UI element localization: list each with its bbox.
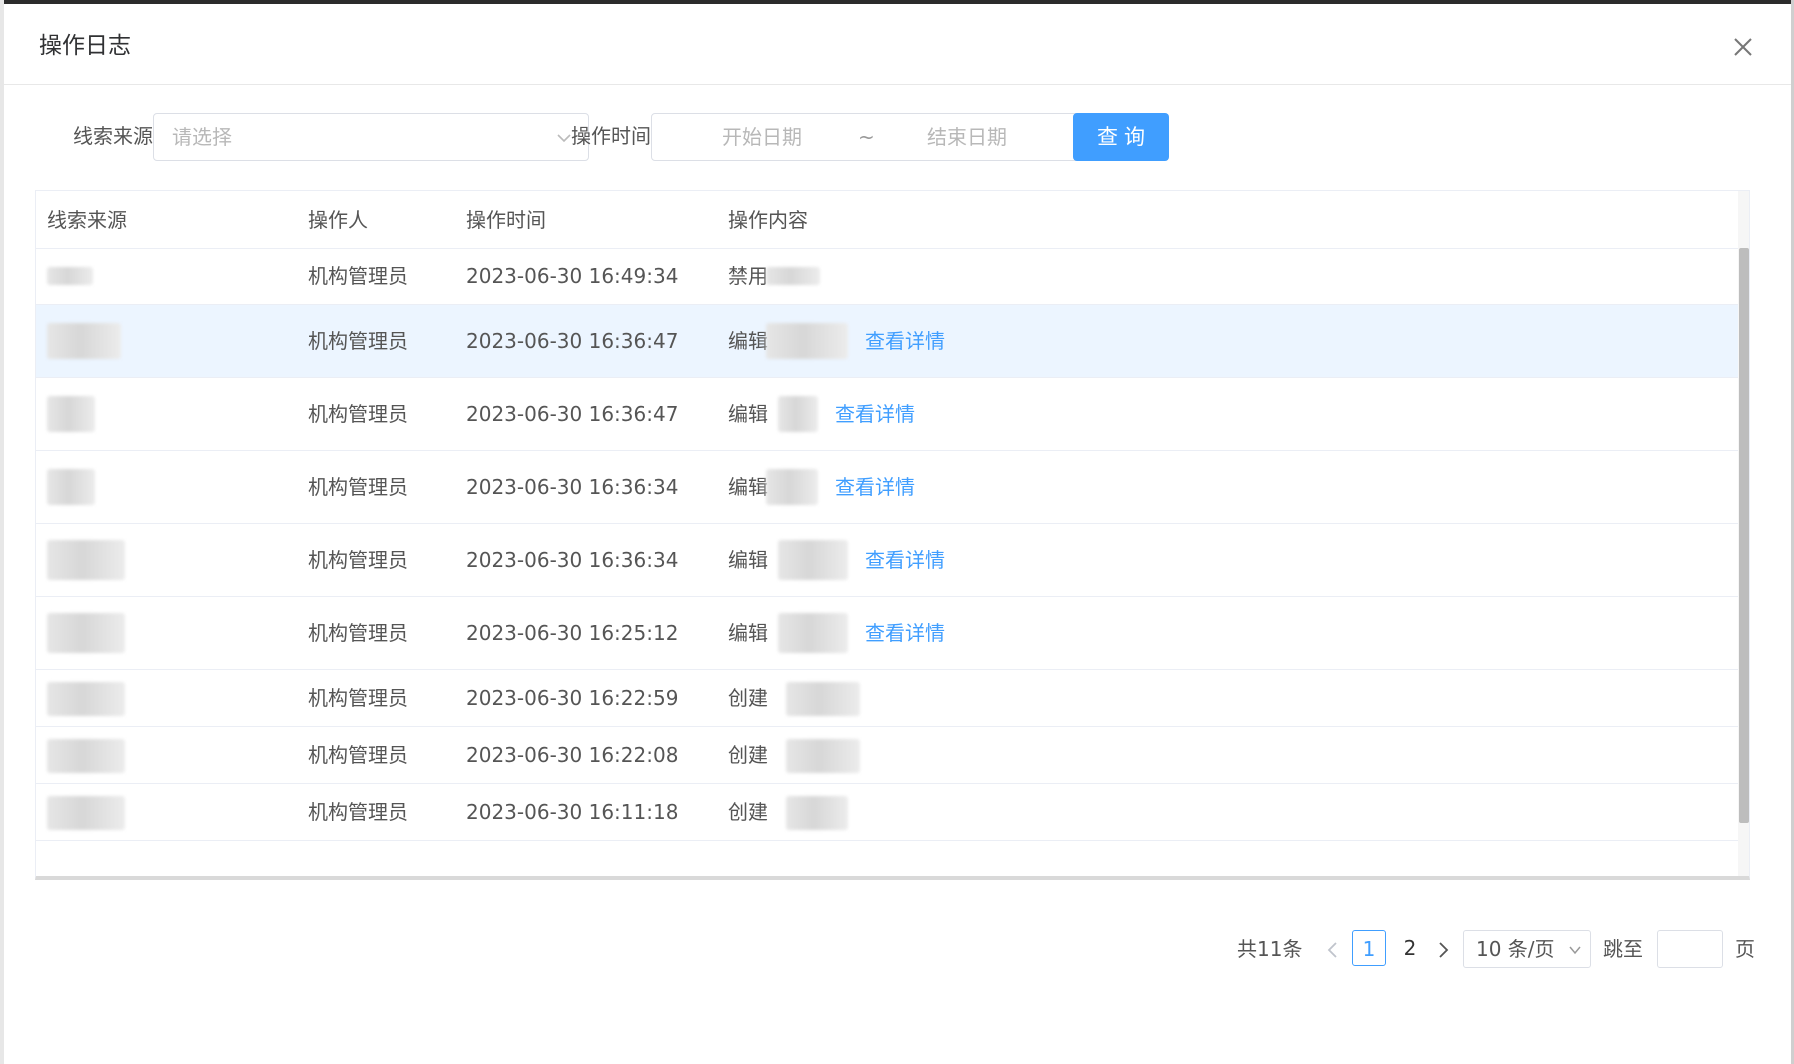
operator-cell: 机构管理员 xyxy=(308,548,408,572)
column-header-operator: 操作人 xyxy=(308,208,368,232)
table-row[interactable]: 机构管理员 2023-06-30 16:36:47 编辑 查看详情 xyxy=(36,378,1738,451)
redacted-content xyxy=(766,323,848,359)
source-filter-label: 线索来源 xyxy=(73,124,153,148)
time-cell: 2023-06-30 16:22:59 xyxy=(466,686,679,710)
redacted-source xyxy=(47,613,125,653)
operator-cell: 机构管理员 xyxy=(308,621,408,645)
action-cell: 编辑 xyxy=(728,548,768,572)
operator-cell: 机构管理员 xyxy=(308,264,408,288)
view-detail-link[interactable]: 查看详情 xyxy=(865,619,945,647)
redacted-content xyxy=(778,540,848,580)
pagination-total: 共11条 xyxy=(1237,937,1303,961)
time-cell: 2023-06-30 16:36:34 xyxy=(466,475,679,499)
chevron-left-icon[interactable] xyxy=(1322,939,1344,961)
redacted-source xyxy=(47,323,121,359)
operator-cell: 机构管理员 xyxy=(308,686,408,710)
chevron-right-icon[interactable] xyxy=(1432,939,1454,961)
redacted-source xyxy=(47,396,95,432)
table-row[interactable]: 机构管理员 2023-06-30 16:11:18 创建 xyxy=(36,784,1738,841)
range-separator: ~ xyxy=(858,125,875,149)
jump-page-suffix: 页 xyxy=(1735,937,1755,961)
redacted-content xyxy=(786,796,848,830)
view-detail-link[interactable]: 查看详情 xyxy=(865,327,945,355)
end-date-input[interactable]: 结束日期 xyxy=(927,124,1007,150)
action-cell: 创建 xyxy=(728,686,768,710)
view-detail-link[interactable]: 查看详情 xyxy=(835,400,915,428)
redacted-content xyxy=(786,739,860,773)
table-row[interactable]: 机构管理员 2023-06-30 16:36:34 编辑 查看详情 xyxy=(36,451,1738,524)
view-detail-link[interactable]: 查看详情 xyxy=(835,473,915,501)
action-cell: 编辑 xyxy=(728,475,768,499)
action-cell: 编辑 xyxy=(728,621,768,645)
time-cell: 2023-06-30 16:36:34 xyxy=(466,548,679,572)
column-header-time: 操作时间 xyxy=(466,208,546,232)
page-button-2[interactable]: 2 xyxy=(1393,930,1427,966)
action-cell: 禁用 xyxy=(728,264,768,288)
action-cell: 创建 xyxy=(728,743,768,767)
page-size-label: 10 条/页 xyxy=(1476,937,1555,961)
time-cell: 2023-06-30 16:49:34 xyxy=(466,264,679,288)
table-row[interactable]: 机构管理员 2023-06-30 16:22:59 创建 xyxy=(36,670,1738,727)
time-cell: 2023-06-30 16:25:12 xyxy=(466,621,679,645)
page-button-1[interactable]: 1 xyxy=(1352,930,1386,966)
jump-page-input[interactable] xyxy=(1657,930,1723,968)
log-table: 线索来源 操作人 操作时间 操作内容 机构管理员 2023-06-30 16:4… xyxy=(35,190,1750,880)
dialog-header: 操作日志 xyxy=(4,4,1791,85)
source-select-placeholder: 请选择 xyxy=(172,125,232,149)
redacted-content xyxy=(778,613,848,653)
operation-log-dialog: 操作日志 线索来源 请选择 操作时间 开始日期 ~ 结束日期 查询 线索来源 操… xyxy=(4,4,1791,1064)
close-icon[interactable] xyxy=(1730,34,1756,60)
redacted-source xyxy=(47,469,95,505)
redacted-content xyxy=(786,682,860,716)
time-cell: 2023-06-30 16:22:08 xyxy=(466,743,679,767)
start-date-input[interactable]: 开始日期 xyxy=(722,124,802,150)
redacted-source xyxy=(47,682,125,716)
time-cell: 2023-06-30 16:36:47 xyxy=(466,329,679,353)
operator-cell: 机构管理员 xyxy=(308,800,408,824)
table-row[interactable]: 机构管理员 2023-06-30 16:25:12 编辑 查看详情 xyxy=(36,597,1738,670)
table-row[interactable]: 机构管理员 2023-06-30 16:36:47 编辑 查看详情 xyxy=(36,305,1738,378)
redacted-content xyxy=(766,469,818,505)
action-cell: 编辑 xyxy=(728,402,768,426)
column-header-content: 操作内容 xyxy=(728,208,808,232)
time-cell: 2023-06-30 16:36:47 xyxy=(466,402,679,426)
view-detail-link[interactable]: 查看详情 xyxy=(865,546,945,574)
page-size-select[interactable]: 10 条/页 xyxy=(1463,930,1591,968)
redacted-source xyxy=(47,540,125,580)
redacted-source xyxy=(47,796,125,830)
operator-cell: 机构管理员 xyxy=(308,475,408,499)
dialog-title: 操作日志 xyxy=(39,33,131,59)
table-scrollbar-thumb[interactable] xyxy=(1739,248,1749,823)
jump-to-label: 跳至 xyxy=(1603,937,1643,961)
operator-cell: 机构管理员 xyxy=(308,329,408,353)
chevron-down-icon xyxy=(557,134,571,143)
action-cell: 创建 xyxy=(728,800,768,824)
column-header-source: 线索来源 xyxy=(47,208,127,232)
redacted-content xyxy=(778,396,818,432)
chevron-down-icon xyxy=(1569,946,1581,955)
redacted-source xyxy=(47,739,125,773)
operator-cell: 机构管理员 xyxy=(308,743,408,767)
redacted-content xyxy=(766,267,820,285)
table-header: 线索来源 操作人 操作时间 操作内容 xyxy=(36,191,1738,249)
operator-cell: 机构管理员 xyxy=(308,402,408,426)
table-row[interactable]: 机构管理员 2023-06-30 16:49:34 禁用 xyxy=(36,248,1738,305)
table-row[interactable]: 机构管理员 2023-06-30 16:36:34 编辑 查看详情 xyxy=(36,524,1738,597)
action-cell: 编辑 xyxy=(728,329,768,353)
time-filter-label: 操作时间 xyxy=(571,124,651,148)
time-cell: 2023-06-30 16:11:18 xyxy=(466,800,679,824)
redacted-source xyxy=(47,267,93,285)
table-row[interactable]: 机构管理员 2023-06-30 16:22:08 创建 xyxy=(36,727,1738,784)
query-button[interactable]: 查询 xyxy=(1073,113,1169,161)
date-range-picker[interactable]: 开始日期 ~ 结束日期 xyxy=(651,113,1118,161)
source-select[interactable]: 请选择 xyxy=(153,113,589,161)
